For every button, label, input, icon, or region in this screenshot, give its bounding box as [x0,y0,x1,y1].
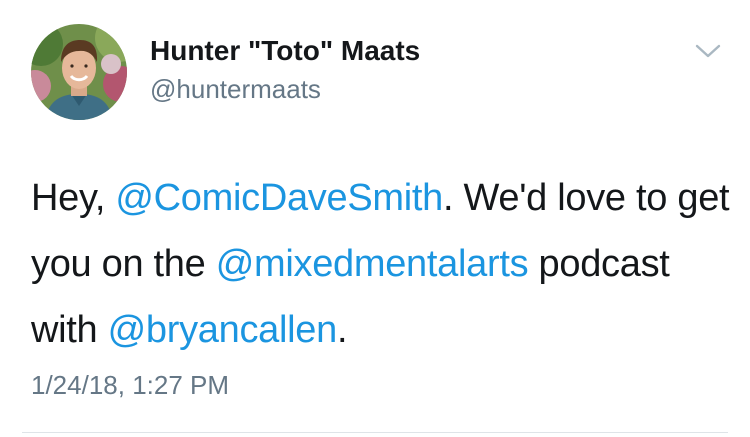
tweet-text-segment: . [336,309,348,351]
tweet-text: Hey, @ComicDaveSmith. We'd love to get y… [31,165,731,363]
tweet: Hunter "Toto" Maats @huntermaats Hey, @C… [0,0,750,437]
user-handle[interactable]: @huntermaats [150,73,321,105]
tweet-text-segment: Hey, [31,177,116,219]
tweet-timestamp[interactable]: 1/24/18, 1:27 PM [31,369,229,401]
mention-link-comicdavesmith[interactable]: @ComicDaveSmith [115,177,443,219]
mention-link-bryancallen[interactable]: @bryancallen [108,309,338,351]
divider [22,432,728,433]
avatar-image [31,24,127,120]
avatar[interactable] [31,24,127,120]
display-name[interactable]: Hunter "Toto" Maats [150,34,420,68]
chevron-down-icon[interactable] [694,40,722,62]
mention-link-mixedmentalarts[interactable]: @mixedmentalarts [216,243,529,285]
